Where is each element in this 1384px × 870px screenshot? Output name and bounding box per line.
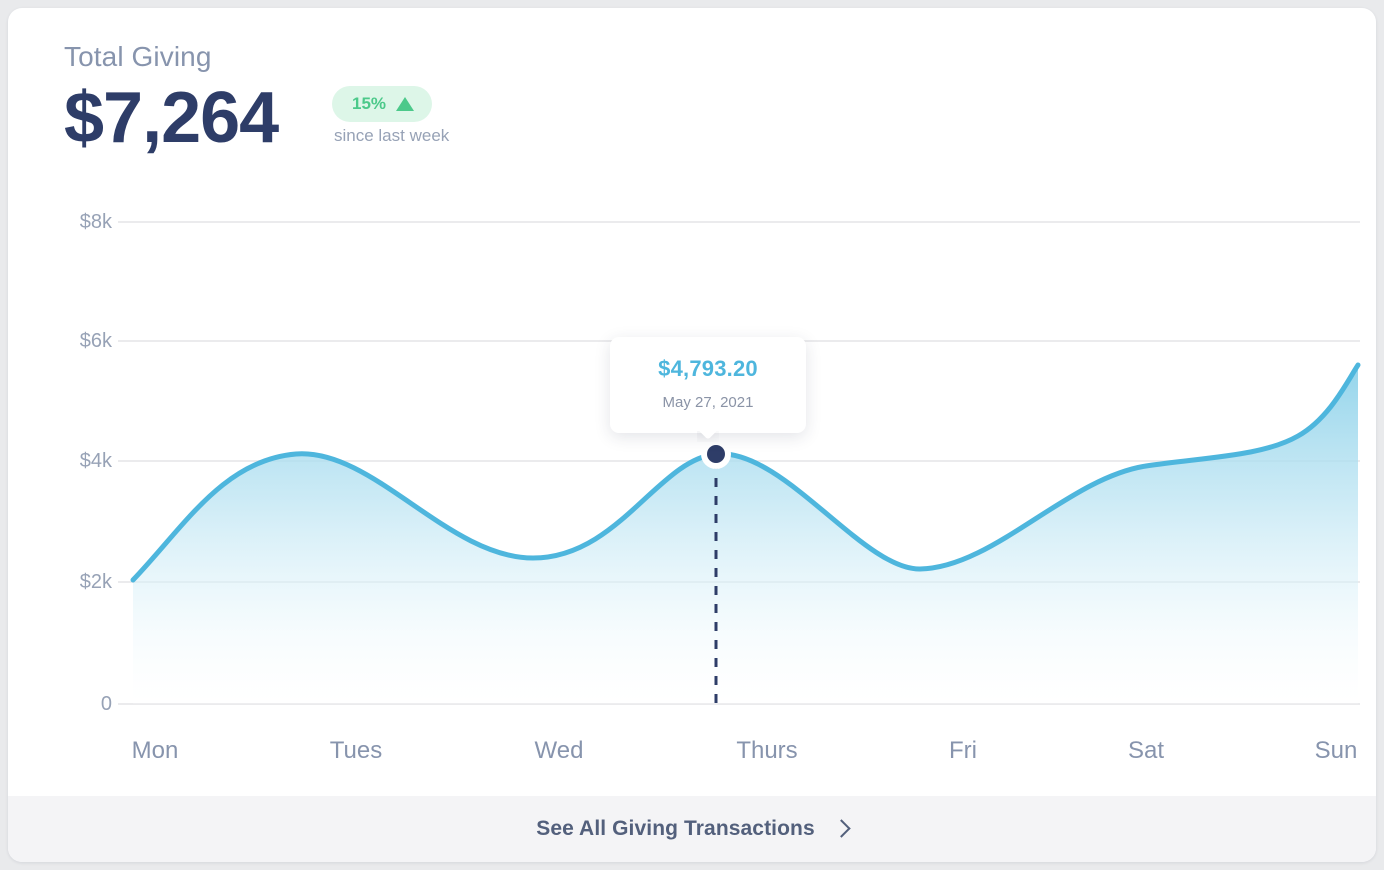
x-tick-label-sat: Sat xyxy=(1127,737,1165,764)
y-tick-label: $2k xyxy=(79,571,112,593)
giving-area-chart: $8k $6k $4k $2k 0 Mon Tues Wed Thurs Fri… xyxy=(8,198,1376,798)
status-badge: 15% xyxy=(332,86,433,122)
total-giving-card: Total Giving $7,264 15% since last week xyxy=(8,8,1376,862)
chart-canvas xyxy=(118,221,1361,705)
chevron-right-icon xyxy=(832,819,851,838)
delta-caption: since last week xyxy=(334,126,450,145)
y-tick-label: $6k xyxy=(79,330,112,352)
total-amount: $7,264 xyxy=(64,78,279,158)
delta-percent: 15% xyxy=(352,94,387,113)
chart-tooltip: $4,793.20 May 27, 2021 xyxy=(610,337,806,433)
x-axis-labels: Mon Tues Wed Thurs Fri Sat Sun xyxy=(8,736,1376,776)
x-tick-label-fri: Fri xyxy=(949,737,977,764)
delta-group: 15% since last week xyxy=(332,86,552,147)
footer-link-label: See All Giving Transactions xyxy=(536,817,815,840)
y-axis-labels: $8k $6k $4k $2k 0 xyxy=(42,198,112,718)
highlight-marker[interactable] xyxy=(707,445,725,463)
card-header: Total Giving $7,264 15% since last week xyxy=(64,40,764,156)
tooltip-pointer xyxy=(697,431,719,442)
triangle-up-icon xyxy=(396,97,415,111)
see-all-transactions-button[interactable]: See All Giving Transactions xyxy=(8,796,1376,862)
y-tick-label: $8k xyxy=(79,211,112,233)
footer-link-group: See All Giving Transactions xyxy=(536,817,851,841)
y-tick-label: $4k xyxy=(79,450,112,472)
x-tick-label-thurs: Thurs xyxy=(736,737,798,764)
x-tick-label-sun: Sun xyxy=(1314,737,1358,764)
x-tick-label-mon: Mon xyxy=(131,737,179,764)
tooltip-value: $4,793.20 xyxy=(658,356,758,381)
tooltip-date: May 27, 2021 xyxy=(662,394,754,411)
x-tick-label-tues: Tues xyxy=(329,737,383,764)
page-title: Total Giving xyxy=(64,41,212,72)
amount-row: $7,264 15% since last week xyxy=(64,80,764,156)
x-tick-label-wed: Wed xyxy=(534,737,584,764)
y-tick-label: 0 xyxy=(100,693,112,715)
